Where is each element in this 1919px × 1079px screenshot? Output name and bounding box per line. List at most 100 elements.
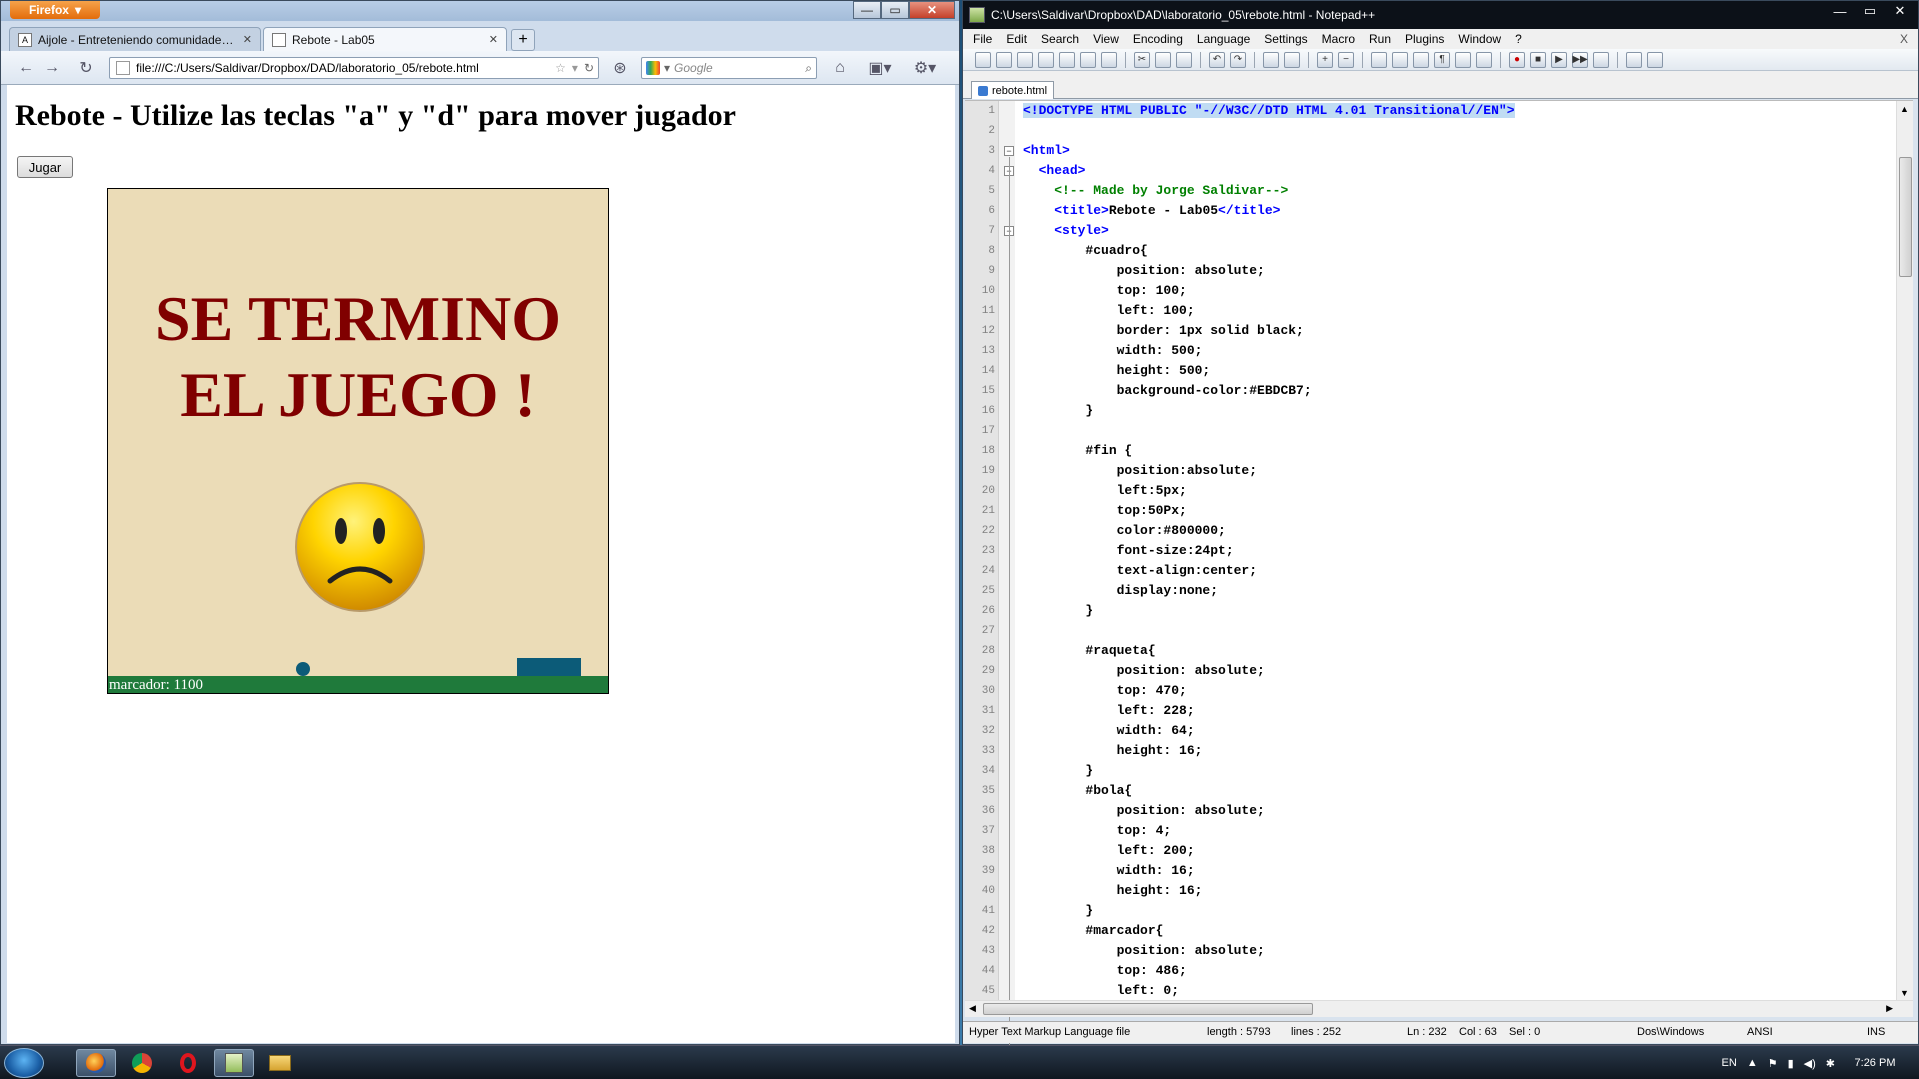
reload-icon[interactable]: ↻ [584, 61, 598, 75]
menu-view[interactable]: View [1093, 32, 1119, 46]
replace-icon[interactable] [1284, 51, 1300, 68]
print-icon[interactable] [1101, 51, 1117, 68]
maximize-button[interactable]: ▭ [881, 1, 909, 19]
reload-icon[interactable]: ↻ [73, 57, 99, 79]
taskbar-explorer[interactable] [260, 1049, 300, 1077]
copy-icon[interactable] [1155, 51, 1171, 68]
document-tab[interactable]: rebote.html [971, 81, 1055, 99]
addon-icon[interactable]: ⊛ [609, 57, 631, 79]
taskbar-notepadpp[interactable] [214, 1049, 254, 1077]
record-macro-icon[interactable]: ● [1509, 51, 1525, 68]
cut-icon[interactable]: ✂ [1134, 51, 1150, 68]
vertical-scrollbar[interactable]: ▲ ▼ [1896, 101, 1913, 1001]
language-indicator[interactable]: EN [1722, 1057, 1737, 1069]
close-all-icon[interactable] [1080, 51, 1096, 68]
firefox-titlebar: Firefox ▾ — ▭ ✕ [1, 1, 959, 21]
stop-macro-icon[interactable]: ■ [1530, 51, 1546, 68]
window-title: C:\Users\Saldivar\Dropbox\DAD\laboratori… [991, 8, 1376, 22]
maximize-button[interactable]: ▭ [1856, 1, 1884, 21]
find-icon[interactable] [1263, 51, 1279, 68]
menu-settings[interactable]: Settings [1264, 32, 1307, 46]
menu-search[interactable]: Search [1041, 32, 1079, 46]
language-icon[interactable] [1476, 51, 1492, 68]
play-macro-icon[interactable]: ▶ [1551, 51, 1567, 68]
menu-edit[interactable]: Edit [1006, 32, 1027, 46]
search-box[interactable]: ▾ Google ⌕ [641, 57, 817, 79]
undo-icon[interactable]: ↶ [1209, 51, 1225, 68]
tab-rebote[interactable]: Rebote - Lab05 ✕ [263, 27, 507, 51]
scroll-thumb[interactable] [983, 1003, 1313, 1015]
fold-toggle-icon[interactable]: − [1004, 146, 1014, 156]
firefox-menu-button[interactable]: Firefox ▾ [10, 1, 100, 19]
zoom-out-icon[interactable]: − [1338, 51, 1354, 68]
close-button[interactable]: ✕ [1886, 1, 1914, 21]
menu-run[interactable]: Run [1369, 32, 1391, 46]
bookmark-star-icon[interactable]: ☆ [555, 61, 566, 75]
bluetooth-icon[interactable]: ✱ [1826, 1057, 1835, 1070]
menu-plugins[interactable]: Plugins [1405, 32, 1444, 46]
indent-guide-icon[interactable] [1455, 51, 1471, 68]
tools-icon[interactable]: ⚙▾ [905, 57, 945, 79]
open-file-icon[interactable] [996, 51, 1012, 68]
menu-file[interactable]: File [973, 32, 992, 46]
volume-icon[interactable]: ◀) [1804, 1057, 1816, 1070]
menu-help[interactable]: ? [1515, 32, 1522, 46]
menu-window[interactable]: Window [1458, 32, 1501, 46]
close-file-icon[interactable] [1059, 51, 1075, 68]
close-button[interactable]: ✕ [909, 1, 955, 19]
new-tab-button[interactable]: + [511, 29, 535, 51]
clock[interactable]: 7:26 PM [1845, 1057, 1905, 1069]
show-hidden-icons-icon[interactable]: ▲ [1747, 1057, 1758, 1069]
taskbar-firefox[interactable] [76, 1049, 116, 1077]
word-wrap-icon[interactable] [1413, 51, 1429, 68]
taskbar-opera[interactable] [168, 1049, 208, 1077]
scroll-down-icon[interactable]: ▼ [1900, 988, 1909, 998]
save-icon[interactable] [1017, 51, 1033, 68]
save-macro-icon[interactable] [1593, 51, 1609, 68]
play-button[interactable]: Jugar [17, 156, 73, 178]
home-icon[interactable]: ⌂ [827, 57, 853, 79]
code-line: position: absolute; [1023, 943, 1265, 958]
minimize-button[interactable]: — [853, 1, 881, 19]
menu-language[interactable]: Language [1197, 32, 1250, 46]
code-line: height: 16; [1023, 883, 1203, 898]
menu-macro[interactable]: Macro [1322, 32, 1355, 46]
close-document-icon[interactable]: X [1900, 32, 1908, 46]
back-arrow-icon[interactable]: ← [15, 57, 37, 79]
scroll-left-icon[interactable]: ◀ [969, 1003, 976, 1014]
zoom-in-icon[interactable]: + [1317, 51, 1333, 68]
forward-arrow-icon[interactable]: → [41, 57, 63, 79]
paste-icon[interactable] [1176, 51, 1192, 68]
redo-icon[interactable]: ↷ [1230, 51, 1246, 68]
launch-browser-icon[interactable] [1626, 51, 1642, 68]
line-number: 11 [981, 305, 995, 317]
taskbar-chrome[interactable] [122, 1049, 162, 1077]
search-icon[interactable]: ⌕ [805, 61, 816, 76]
chevron-down-icon[interactable]: ▾ [664, 61, 670, 75]
save-all-icon[interactable] [1038, 51, 1054, 68]
tab-close-icon[interactable]: ✕ [243, 33, 252, 46]
show-all-chars-icon[interactable]: ¶ [1434, 51, 1450, 68]
bookmarks-menu-icon[interactable]: ▣▾ [863, 57, 897, 79]
scroll-thumb[interactable] [1899, 157, 1912, 277]
start-button[interactable] [4, 1048, 44, 1078]
scroll-up-icon[interactable]: ▲ [1900, 104, 1909, 114]
tab-close-icon[interactable]: ✕ [489, 33, 498, 46]
scroll-right-icon[interactable]: ▶ [1886, 1003, 1893, 1014]
line-number: 39 [981, 865, 995, 877]
menu-encoding[interactable]: Encoding [1133, 32, 1183, 46]
spellcheck-icon[interactable] [1647, 51, 1663, 68]
history-dropdown-icon[interactable]: ▾ [572, 61, 578, 75]
sync-horizontal-icon[interactable] [1392, 51, 1408, 68]
horizontal-scrollbar[interactable]: ◀ ▶ [965, 1000, 1913, 1017]
network-icon[interactable]: ▮ [1788, 1057, 1794, 1070]
run-macro-multiple-icon[interactable]: ▶▶ [1572, 51, 1588, 68]
new-file-icon[interactable] [975, 51, 991, 68]
code-editor[interactable]: 1 2 3 4 5 6 7 8 9 10 11 12 13 14 15 16 17 18 19 20 21 22 23 24 2… [965, 100, 1913, 1057]
action-center-flag-icon[interactable]: ⚑ [1768, 1057, 1778, 1070]
minimize-button[interactable]: — [1826, 1, 1854, 21]
sync-vertical-icon[interactable] [1371, 51, 1387, 68]
tab-aijole[interactable]: A Aijole - Entreteniendo comunidades ...… [9, 27, 261, 51]
line-number: 13 [981, 345, 995, 357]
address-bar[interactable]: file:///C:/Users/Saldivar/Dropbox/DAD/la… [109, 57, 599, 79]
